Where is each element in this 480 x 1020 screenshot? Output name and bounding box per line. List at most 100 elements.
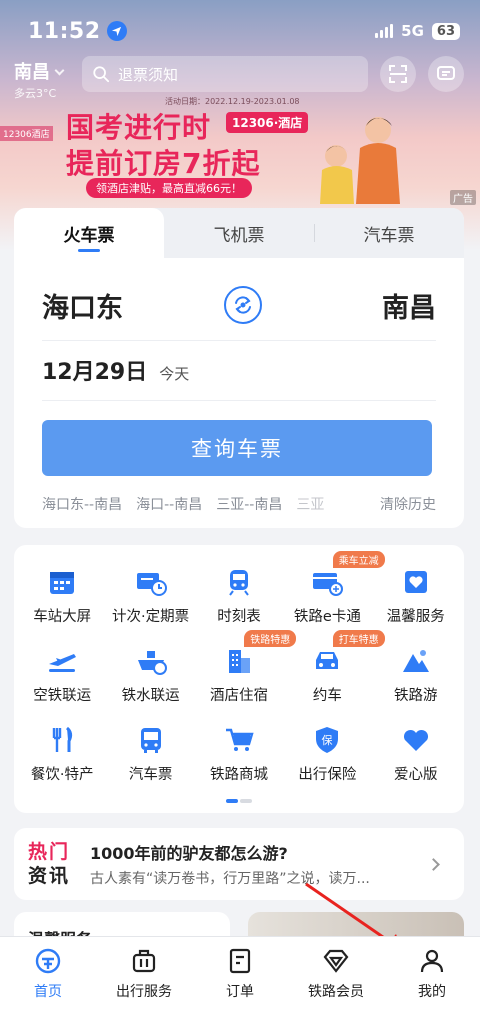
- news-subtitle: 古人素有“读万卷书，行万里路”之说，读万...: [90, 871, 370, 887]
- service-rail-tour[interactable]: 铁路游: [372, 644, 460, 705]
- heart-box-icon: [399, 565, 433, 599]
- cart-icon: [222, 723, 256, 757]
- tab-travel-services[interactable]: 出行服务: [96, 937, 192, 1020]
- service-label: 空铁联运: [33, 688, 92, 704]
- service-bus-ticket[interactable]: 汽车票: [106, 723, 194, 784]
- banner-line1: 国考进行时: [66, 111, 212, 144]
- service-label: 时刻表: [217, 609, 261, 625]
- luggage-icon: [130, 947, 158, 975]
- arrival-station[interactable]: 南昌: [382, 286, 436, 325]
- search-history: 海口东--南昌 海口--南昌 三亚--南昌 三亚 清除历史: [42, 494, 436, 514]
- status-bar: 11:52 5G 63: [28, 14, 460, 48]
- service-timetable[interactable]: 时刻表: [195, 565, 283, 626]
- service-label: 约车: [312, 688, 342, 704]
- tab-flight[interactable]: 飞机票: [164, 208, 314, 258]
- banner-pill: 领酒店津贴，最高直减66元！: [86, 178, 252, 198]
- heart-icon: [399, 723, 433, 757]
- clear-history-button[interactable]: 清除历史: [374, 494, 436, 514]
- service-label: 车站大屏: [33, 609, 92, 625]
- utensils-icon: [45, 723, 79, 757]
- tab-profile[interactable]: 我的: [384, 937, 480, 1020]
- date-selector[interactable]: 12月29日 今天: [42, 354, 189, 386]
- status-time: 11:52: [28, 18, 101, 44]
- car-icon: [310, 644, 344, 678]
- query-tickets-button[interactable]: 查询车票: [42, 420, 432, 476]
- ticket-search-card: 火车票 飞机票 汽车票 海口东 南昌 12月29日 今天 查询车票 海口东--南…: [14, 208, 464, 528]
- date-note: 今天: [159, 365, 190, 383]
- hotel-icon: [222, 644, 256, 678]
- promo-banner[interactable]: 活动日期：2022.12.19-2023.01.08 国考进行时 12306·酒…: [0, 94, 480, 206]
- home-logo-icon: [34, 947, 62, 975]
- ticket-tabs: 火车票 飞机票 汽车票: [14, 208, 464, 258]
- history-item[interactable]: 海口--南昌: [136, 494, 202, 514]
- plane-icon: [45, 644, 79, 678]
- service-insurance[interactable]: 保 出行保险: [283, 723, 371, 784]
- service-food[interactable]: 餐饮·特产: [18, 723, 106, 784]
- page-indicator: [226, 799, 252, 803]
- hot-news-card[interactable]: 热门 资讯 1000年前的驴友都怎么游? 古人素有“读万卷书，行万里路”之说，读…: [14, 828, 464, 900]
- service-rail-mall[interactable]: 铁路商城: [195, 723, 283, 784]
- search-icon: [93, 66, 110, 83]
- service-label: 铁路商城: [209, 767, 268, 783]
- svg-text:保: 保: [322, 733, 333, 747]
- tab-orders[interactable]: 订单: [192, 937, 288, 1020]
- chevron-right-icon: [427, 858, 440, 871]
- scan-button[interactable]: [380, 56, 416, 92]
- service-ecard[interactable]: 乘车立减 铁路e卡通: [283, 551, 385, 626]
- bottom-tab-bar: 首页 出行服务 订单 铁路会员 我的: [0, 936, 480, 1020]
- train-icon: [222, 565, 256, 599]
- service-hotel[interactable]: 铁路特惠 酒店住宿: [195, 630, 297, 705]
- banner-illustration: [320, 117, 400, 204]
- service-label: 汽车票: [128, 767, 173, 783]
- bus-icon: [134, 723, 168, 757]
- service-label: 爱心版: [394, 767, 438, 783]
- ticket-clock-icon: [134, 565, 168, 599]
- network-label: 5G: [401, 22, 424, 40]
- calendar-icon: [45, 565, 79, 599]
- scan-icon: [389, 65, 407, 83]
- swap-icon: [235, 296, 251, 314]
- service-label: 铁水联运: [121, 688, 180, 704]
- ship-icon: [134, 644, 168, 678]
- history-item[interactable]: 三亚--南昌: [216, 494, 282, 514]
- signal-icon: [375, 24, 394, 38]
- tab-train[interactable]: 火车票: [14, 208, 164, 258]
- chevron-down-icon: [54, 65, 65, 76]
- hot-news-logo: 热门 资讯: [28, 841, 71, 887]
- services-grid-card: 车站大屏 计次·定期票 时刻表 乘车立减 铁路e卡通 温馨服务 空铁联运 铁水联…: [14, 545, 464, 813]
- search-placeholder: 退票须知: [118, 65, 179, 84]
- service-care-mode[interactable]: 爱心版: [372, 723, 460, 784]
- service-air-rail[interactable]: 空铁联运: [18, 644, 106, 705]
- news-title: 1000年前的驴友都怎么游?: [90, 844, 288, 863]
- ad-label: 广告: [450, 190, 476, 205]
- departure-station[interactable]: 海口东: [42, 286, 123, 325]
- diamond-icon: [322, 947, 350, 975]
- history-item[interactable]: 海口东--南昌: [42, 494, 122, 514]
- service-label: 计次·定期票: [112, 609, 190, 625]
- message-icon: [437, 66, 455, 80]
- card-icon: [310, 565, 344, 599]
- banner-store-label: 12306酒店: [0, 126, 53, 141]
- service-label: 温馨服务: [386, 609, 445, 625]
- city-name: 南昌: [14, 62, 50, 83]
- swap-stations-button[interactable]: [224, 286, 262, 324]
- service-station-screen[interactable]: 车站大屏: [18, 565, 106, 626]
- history-item[interactable]: 三亚: [296, 494, 324, 514]
- service-label: 铁路游: [394, 688, 438, 704]
- service-car[interactable]: 打车特惠 约车: [283, 630, 385, 705]
- tab-home[interactable]: 首页: [0, 937, 96, 1020]
- service-rail-water[interactable]: 铁水联运: [106, 644, 194, 705]
- service-label: 出行保险: [298, 767, 357, 783]
- location-arrow-icon: [106, 21, 127, 41]
- search-input[interactable]: 退票须知: [82, 56, 368, 92]
- message-button[interactable]: [428, 56, 464, 92]
- tab-membership[interactable]: 铁路会员: [288, 937, 384, 1020]
- tab-bus[interactable]: 汽车票: [314, 208, 464, 258]
- battery-icon: 63: [431, 22, 460, 40]
- user-icon: [418, 947, 446, 975]
- service-periodic-ticket[interactable]: 计次·定期票: [106, 565, 194, 626]
- service-warm-service[interactable]: 温馨服务: [372, 565, 460, 626]
- service-label: 铁路e卡通: [293, 609, 361, 625]
- banner-line2: 提前订房7折起: [66, 147, 261, 180]
- shield-icon: 保: [310, 723, 344, 757]
